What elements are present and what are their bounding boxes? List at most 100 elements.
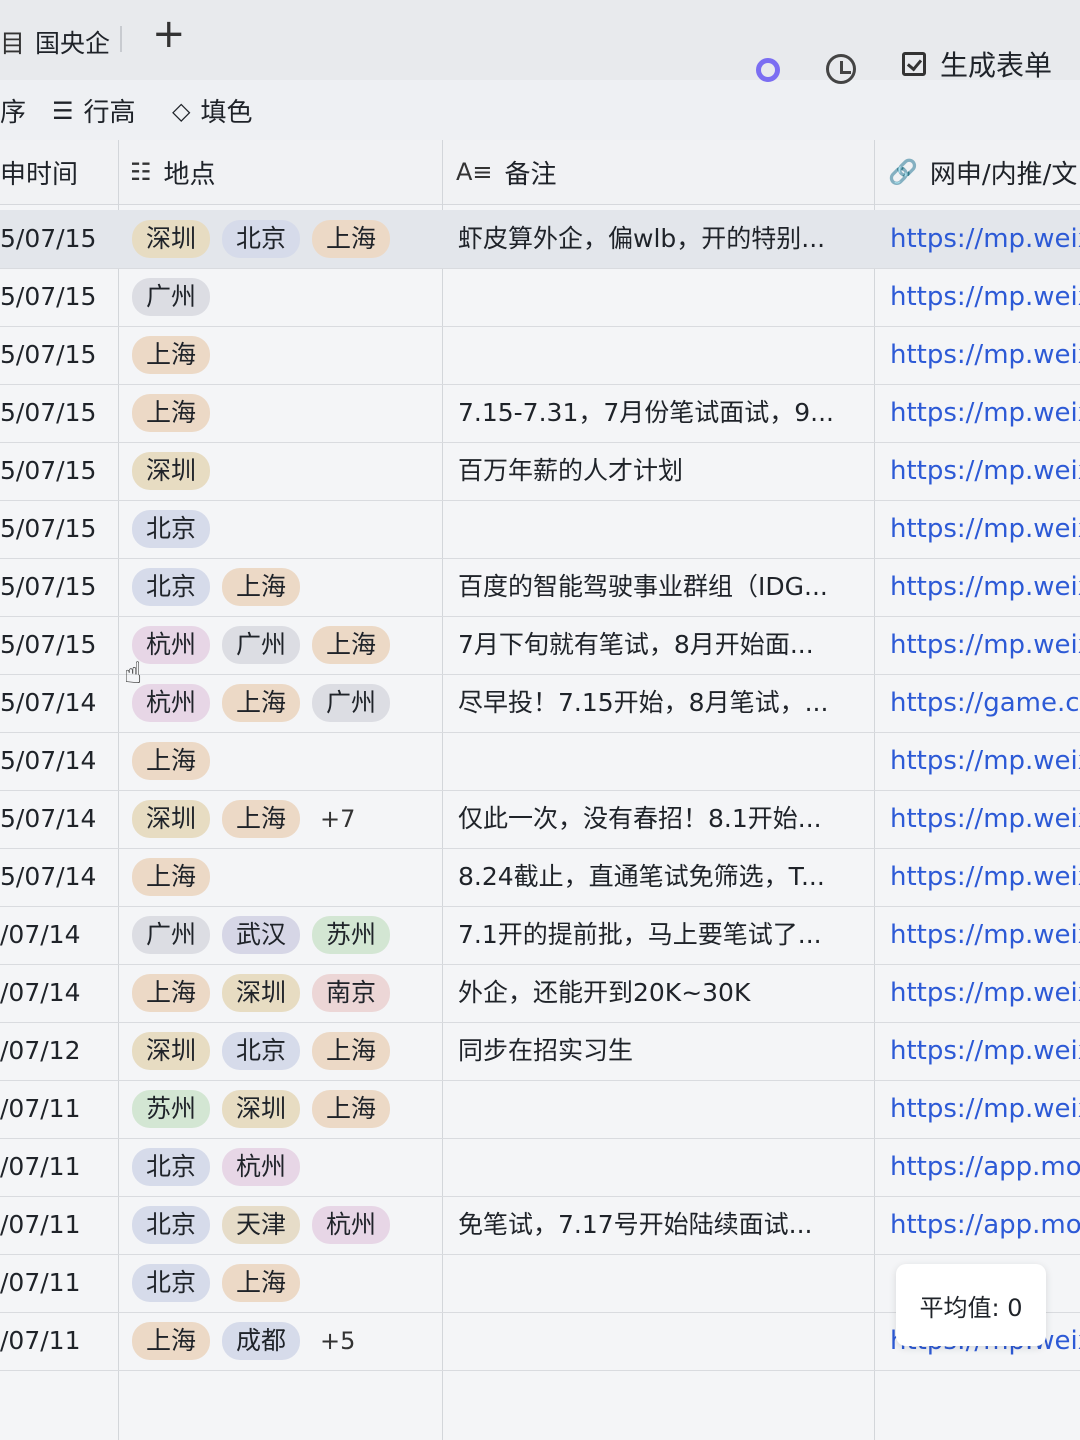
note-cell[interactable]: 免笔试，7.17号开始陆续面试...	[458, 1196, 862, 1254]
column-header-date[interactable]: 申时间	[0, 140, 78, 204]
average-label: 平均值: 0	[919, 1293, 1023, 1322]
location-cell[interactable]: 广州	[132, 268, 211, 326]
date-cell[interactable]: /07/11	[0, 1312, 80, 1370]
fill-color-button[interactable]: ◇ 填色	[172, 92, 252, 129]
note-cell[interactable]: 百万年薪的人才计划	[458, 442, 862, 500]
location-cell[interactable]: 北京 天津 杭州	[132, 1196, 391, 1254]
tab-guoyangqi[interactable]: 目 国央企	[0, 22, 110, 62]
link-cell[interactable]: https://mp.weixin	[890, 1080, 1080, 1138]
link-cell[interactable]: https://mp.weixin	[890, 384, 1080, 442]
column-header-location[interactable]: ☷ 地点	[130, 140, 216, 204]
note-cell[interactable]	[458, 732, 862, 790]
location-cell[interactable]: 深圳 北京 上海	[132, 1022, 391, 1080]
location-tag: 上海	[312, 1032, 391, 1070]
location-cell[interactable]: 北京 上海	[132, 558, 301, 616]
date-cell[interactable]: 5/07/14	[0, 790, 96, 848]
link-cell[interactable]: https://mp.weixin	[890, 558, 1080, 616]
row-height-button[interactable]: ☰ 行高	[52, 92, 136, 129]
note-cell[interactable]	[458, 268, 862, 326]
note-cell[interactable]	[458, 1138, 862, 1196]
location-cell[interactable]: 上海	[132, 732, 211, 790]
date-cell[interactable]: 5/07/15	[0, 558, 96, 616]
more-tags-count[interactable]: +5	[312, 1327, 363, 1355]
location-tag: 杭州	[132, 684, 211, 722]
note-cell[interactable]: 7.1开的提前批，马上要笔试了...	[458, 906, 862, 964]
date-cell[interactable]: 5/07/15	[0, 500, 96, 558]
link-cell[interactable]: https://game.c	[890, 674, 1080, 732]
link-cell[interactable]: https://mp.weixin	[890, 964, 1080, 1022]
location-cell[interactable]: 北京 杭州	[132, 1138, 301, 1196]
location-cell[interactable]: 北京	[132, 500, 211, 558]
location-cell[interactable]: 上海	[132, 848, 211, 906]
date-cell[interactable]: /07/12	[0, 1022, 80, 1080]
date-cell[interactable]: /07/14	[0, 964, 80, 1022]
location-tag: 上海	[132, 394, 211, 432]
column-header-note[interactable]: A≡ 备注	[456, 140, 557, 204]
link-cell[interactable]: https://mp.weixin	[890, 790, 1080, 848]
location-tag: 北京	[132, 568, 211, 606]
date-cell[interactable]: /07/11	[0, 1138, 80, 1196]
note-cell[interactable]: 同步在招实习生	[458, 1022, 862, 1080]
date-cell[interactable]: 5/07/15	[0, 616, 96, 674]
link-cell[interactable]: https://mp.weixin	[890, 848, 1080, 906]
date-cell[interactable]: 5/07/15	[0, 210, 96, 268]
location-cell[interactable]: 苏州 深圳 上海	[132, 1080, 391, 1138]
note-cell[interactable]	[458, 1312, 862, 1370]
more-tags-count[interactable]: +7	[312, 805, 363, 833]
location-cell[interactable]: 杭州 广州 上海	[132, 616, 391, 674]
location-cell[interactable]: 深圳 上海 +7	[132, 790, 363, 848]
note-cell[interactable]: 外企，还能开到20K~30K	[458, 964, 862, 1022]
location-tag: 北京	[132, 510, 211, 548]
link-cell[interactable]: https://mp.weixin	[890, 906, 1080, 964]
link-cell[interactable]: https://mp.weixin	[890, 1022, 1080, 1080]
note-cell[interactable]	[458, 1080, 862, 1138]
link-cell[interactable]: https://app.mo	[890, 1196, 1080, 1254]
date-cell[interactable]: 5/07/15	[0, 268, 96, 326]
location-cell[interactable]: 北京 上海	[132, 1254, 301, 1312]
link-cell[interactable]: https://mp.weixin	[890, 500, 1080, 558]
location-cell[interactable]: 上海 成都 +5	[132, 1312, 363, 1370]
location-cell[interactable]: 上海	[132, 326, 211, 384]
location-tag: 上海	[132, 336, 211, 374]
column-header-link[interactable]: 🔗 网申/内推/文	[888, 140, 1077, 204]
link-cell[interactable]: https://mp.weixin	[890, 326, 1080, 384]
location-cell[interactable]: 上海	[132, 384, 211, 442]
date-cell[interactable]: /07/14	[0, 906, 80, 964]
location-cell[interactable]: 深圳 北京 上海	[132, 210, 391, 268]
link-cell[interactable]: https://app.mo	[890, 1138, 1080, 1196]
note-cell[interactable]	[458, 1254, 862, 1312]
note-cell[interactable]: 仅此一次，没有春招！8.1开始...	[458, 790, 862, 848]
date-cell[interactable]: 5/07/15	[0, 442, 96, 500]
date-cell[interactable]: /07/11	[0, 1196, 80, 1254]
note-cell[interactable]: 百度的智能驾驶事业群组（IDG...	[458, 558, 862, 616]
history-icon[interactable]	[826, 54, 856, 84]
link-cell[interactable]: https://mp.weixin	[890, 210, 1080, 268]
note-cell[interactable]: 7月下旬就有笔试，8月开始面...	[458, 616, 862, 674]
note-cell[interactable]: 尽早投！7.15开始，8月笔试，...	[458, 674, 862, 732]
note-cell[interactable]: 7.15-7.31，7月份笔试面试，9...	[458, 384, 862, 442]
date-cell[interactable]: 5/07/14	[0, 732, 96, 790]
date-cell[interactable]: /07/11	[0, 1080, 80, 1138]
link-cell[interactable]: https://mp.weixin	[890, 616, 1080, 674]
note-cell[interactable]	[458, 500, 862, 558]
location-tag: 上海	[312, 1090, 391, 1128]
note-cell[interactable]: 8.24截止，直通笔试免筛选，T...	[458, 848, 862, 906]
link-cell[interactable]: https://mp.weixin	[890, 732, 1080, 790]
date-cell[interactable]: 5/07/15	[0, 384, 96, 442]
date-cell[interactable]: 5/07/14	[0, 848, 96, 906]
link-cell[interactable]: https://mp.weixin	[890, 268, 1080, 326]
date-cell[interactable]: 5/07/15	[0, 326, 96, 384]
location-cell[interactable]: 杭州 上海 广州	[132, 674, 391, 732]
date-cell[interactable]: 5/07/14	[0, 674, 96, 732]
link-cell[interactable]: https://mp.weixin	[890, 442, 1080, 500]
generate-form-button[interactable]: 生成表单	[902, 44, 1052, 84]
location-cell[interactable]: 广州 武汉 苏州	[132, 906, 391, 964]
ai-assistant-icon[interactable]	[756, 58, 780, 82]
sort-button[interactable]: 序	[0, 92, 26, 129]
note-cell[interactable]: 虾皮算外企，偏wlb，开的特别...	[458, 210, 862, 268]
date-cell[interactable]: /07/11	[0, 1254, 80, 1312]
location-cell[interactable]: 上海 深圳 南京	[132, 964, 391, 1022]
location-cell[interactable]: 深圳	[132, 442, 211, 500]
add-tab-button[interactable]: +	[152, 12, 186, 56]
note-cell[interactable]	[458, 326, 862, 384]
